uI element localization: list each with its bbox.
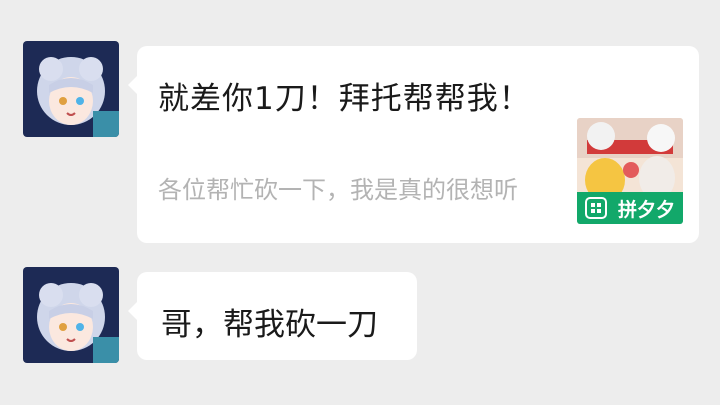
sender-avatar[interactable]: [23, 267, 119, 363]
card-thumbnail: 拼夕夕: [577, 118, 683, 224]
sender-avatar[interactable]: [23, 41, 119, 137]
message-text: 哥，帮我砍一刀: [161, 307, 378, 343]
app-label: 拼夕夕: [577, 192, 683, 224]
shared-link-card[interactable]: 就差你1刀！拜托帮帮我！ 各位帮忙砍一下，我是真的很想听 拼夕夕: [128, 46, 699, 243]
card-title: 就差你1刀！拜托帮帮我！: [158, 81, 531, 117]
pinduoduo-logo-icon: [585, 197, 607, 219]
app-name: 拼夕夕: [617, 198, 675, 221]
card-description: 各位帮忙砍一下，我是真的很想听: [158, 176, 518, 204]
text-message-bubble[interactable]: 哥，帮我砍一刀: [128, 272, 417, 360]
